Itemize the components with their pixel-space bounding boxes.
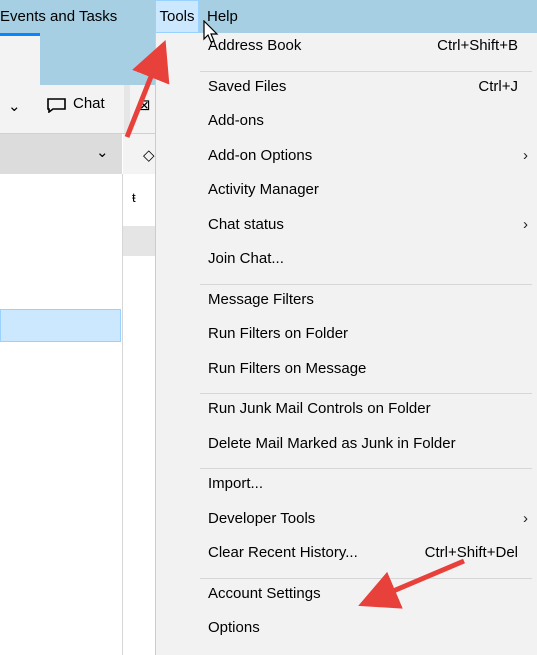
menu-item-add-on-options[interactable]: Add-on Options ›: [156, 144, 537, 172]
menu-item-label: Developer Tools: [208, 509, 316, 527]
chat-icon[interactable]: [47, 98, 66, 113]
menu-item-message-filters[interactable]: Message Filters: [156, 288, 537, 316]
toolbar-separator: [124, 85, 130, 133]
mouse-cursor-icon: [203, 20, 219, 43]
menu-item-developer-tools[interactable]: Developer Tools ›: [156, 507, 537, 535]
menu-separator: [200, 70, 532, 72]
menu-separator: [200, 393, 532, 394]
menu-item-activity-manager[interactable]: Activity Manager: [156, 178, 537, 206]
menu-item-run-junk-mail-controls-on-folder[interactable]: Run Junk Mail Controls on Folder: [156, 397, 537, 425]
menu-item-label: Address Book: [208, 37, 302, 54]
menu-item-join-chat[interactable]: Join Chat...: [156, 247, 537, 275]
menu-item-label: Join Chat...: [208, 250, 284, 267]
chevron-down-icon[interactable]: ⌄: [8, 97, 21, 115]
chevron-down-icon[interactable]: ⌄: [96, 143, 109, 161]
selected-folder-row[interactable]: [0, 309, 121, 342]
submenu-arrow-icon: ›: [523, 215, 528, 233]
quick-filter-icon[interactable]: ◇: [143, 146, 155, 164]
menu-item-label: Run Junk Mail Controls on Folder: [208, 400, 431, 417]
menu-item-label: Run Filters on Folder: [208, 325, 349, 342]
menu-item-shortcut: Ctrl+Shift+B: [437, 37, 518, 54]
message-row[interactable]: [123, 226, 155, 256]
menu-item-options[interactable]: Options: [156, 616, 537, 644]
menu-item-label: Options: [208, 619, 260, 636]
menu-item-clear-recent-history[interactable]: Clear Recent History... Ctrl+Shift+Del: [156, 541, 537, 569]
menu-tools[interactable]: Tools: [155, 0, 199, 33]
menu-item-label: Chat status: [208, 215, 284, 233]
menu-item-shortcut: Ctrl+J: [478, 77, 518, 95]
menu-item-import[interactable]: Import...: [156, 472, 537, 500]
menu-item-add-ons[interactable]: Add-ons: [156, 109, 537, 137]
active-tab[interactable]: [0, 33, 40, 85]
menu-item-delete-mail-marked-as-junk-in-folder[interactable]: Delete Mail Marked as Junk in Folder: [156, 432, 537, 460]
menu-item-run-filters-on-folder[interactable]: Run Filters on Folder: [156, 322, 537, 350]
menu-item-label: Activity Manager: [208, 181, 319, 198]
menu-item-saved-files[interactable]: Saved Files Ctrl+J: [156, 75, 537, 103]
menu-item-label: Run Filters on Message: [208, 359, 367, 377]
tools-menu: Address Book Ctrl+Shift+B Saved Files Ctrl+…: [155, 33, 537, 655]
menu-item-label: Clear Recent History...: [208, 544, 358, 561]
menu-item-shortcut: Ctrl+Shift+Del: [424, 544, 518, 561]
menu-item-label: Delete Mail Marked as Junk in Folder: [208, 434, 456, 452]
toolbar-icon[interactable]: ⊠: [138, 96, 151, 114]
submenu-arrow-icon: ›: [523, 146, 528, 164]
menu-item-label: Saved Files: [208, 77, 287, 95]
menu-separator: [200, 468, 532, 469]
menu-separator: [200, 577, 532, 579]
menu-events-and-tasks[interactable]: Events and Tasks: [0, 0, 152, 33]
column-header-label: ŧ: [132, 190, 136, 205]
menu-item-label: Add-on Options: [208, 146, 313, 164]
column-header[interactable]: ŧ: [123, 174, 155, 226]
menu-item-label: Account Settings: [208, 584, 321, 602]
menu-separator: [200, 283, 532, 285]
menu-item-label: Add-ons: [208, 112, 264, 129]
menu-item-account-settings[interactable]: Account Settings: [156, 582, 537, 610]
menu-item-label: Import...: [208, 475, 264, 492]
submenu-arrow-icon: ›: [523, 509, 528, 527]
menu-item-run-filters-on-message[interactable]: Run Filters on Message: [156, 357, 537, 385]
menu-item-label: Message Filters: [208, 290, 314, 308]
menu-item-chat-status[interactable]: Chat status ›: [156, 213, 537, 241]
menu-bar: Events and Tasks Tools Help: [0, 0, 537, 33]
chat-button-label[interactable]: Chat: [73, 95, 105, 112]
